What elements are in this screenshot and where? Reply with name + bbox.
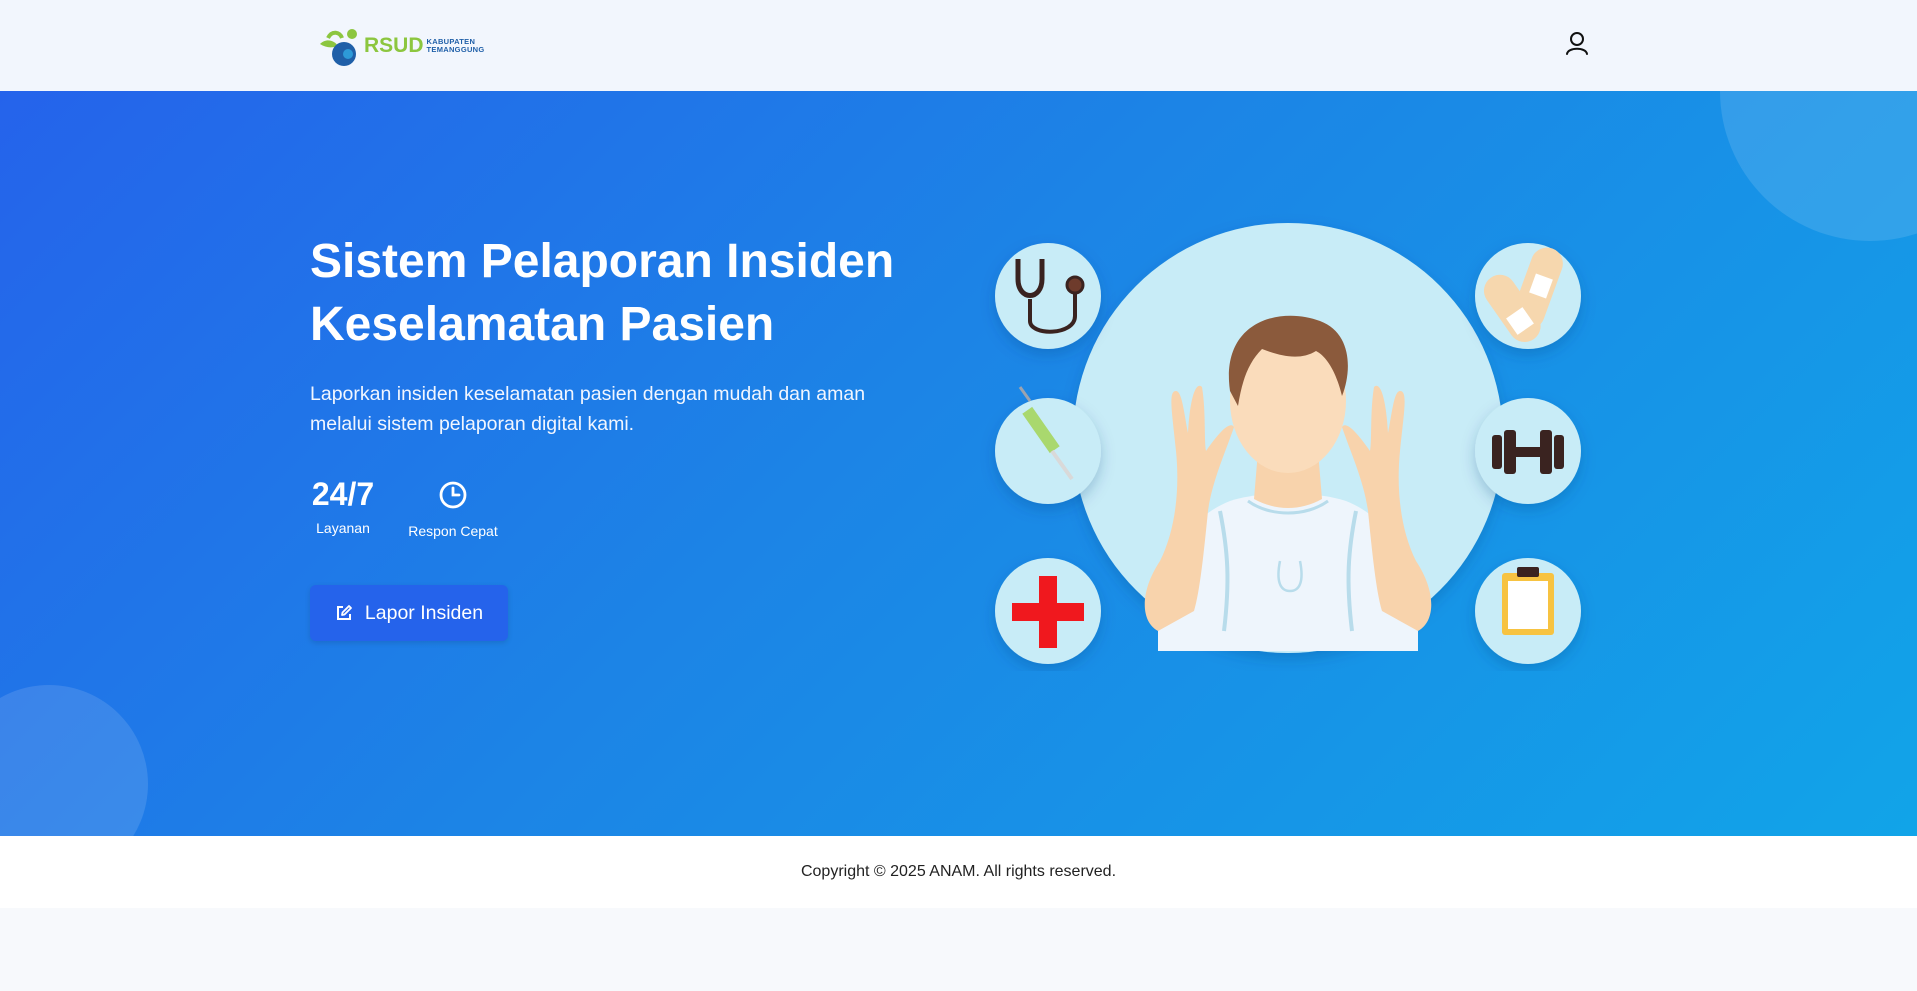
decorative-circle — [0, 685, 148, 836]
stat-label: Respon Cepat — [408, 523, 498, 539]
hero-title-line2: Keselamatan Pasien — [310, 298, 775, 351]
decorative-circle — [1720, 91, 1917, 241]
hero-section: Sistem Pelaporan Insiden Keselamatan Pas… — [0, 91, 1917, 836]
stat-label: Layanan — [316, 520, 370, 536]
patient-illustration — [995, 223, 1581, 664]
footer: Copyright © 2025 ANAM. All rights reserv… — [0, 836, 1917, 908]
lapor-insiden-button[interactable]: Lapor Insiden — [310, 585, 508, 641]
clock-icon — [439, 481, 467, 509]
stat-value: 24/7 — [311, 476, 375, 512]
logo-sub-line2: TEMANGGUNG — [426, 45, 485, 54]
medical-cross-icon — [995, 558, 1101, 664]
bandage-icon — [1475, 243, 1581, 349]
user-icon — [1566, 32, 1588, 55]
lapor-insiden-label: Lapor Insiden — [364, 601, 484, 624]
stethoscope-icon — [995, 243, 1101, 349]
rsud-logo[interactable]: RSUD KABUPATEN TEMANGGUNG — [318, 24, 485, 68]
dumbbell-icon — [1475, 398, 1581, 504]
logo-emblem-icon — [318, 24, 364, 68]
logo-text: RSUD — [364, 34, 424, 57]
hero-description: Laporkan insiden keselamatan pasien deng… — [310, 383, 866, 435]
stat-respon-cepat: Respon Cepat — [404, 478, 502, 539]
edit-icon — [336, 605, 352, 620]
user-account-button[interactable] — [1564, 30, 1590, 58]
stat-layanan: 24/7 Layanan — [310, 476, 376, 536]
hero-title: Sistem Pelaporan Insiden Keselamatan Pas… — [310, 230, 930, 356]
logo-subtext: KABUPATEN TEMANGGUNG — [427, 38, 485, 54]
copyright-text: Copyright © 2025 ANAM. All rights reserv… — [800, 863, 1117, 880]
hero-title-line1: Sistem Pelaporan Insiden — [310, 235, 895, 288]
clipboard-icon — [1475, 558, 1581, 664]
navbar: RSUD KABUPATEN TEMANGGUNG — [0, 0, 1917, 91]
